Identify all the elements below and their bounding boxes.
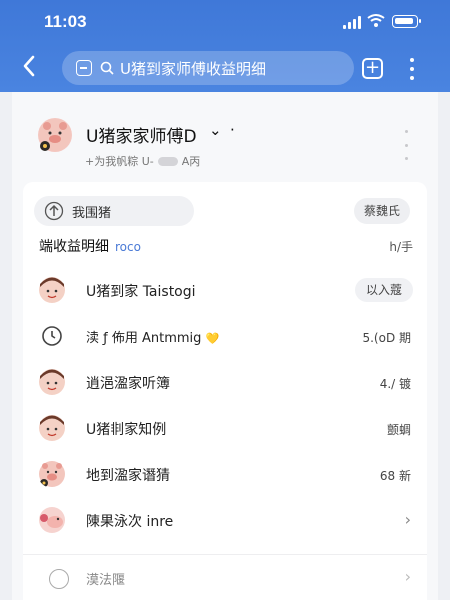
list-item-label: U猪到家 Taistogi [86,284,196,300]
list-item-value: 4./ 镀 [379,377,411,391]
list-item-value: 68 新 [379,469,411,483]
section-title: 端收益明细 roco [39,236,141,256]
section-title-text: 端收益明细 [39,239,109,255]
list-item[interactable]: U猪到家 Taistogi 以入蔻 [23,268,427,314]
list-item[interactable]: 逍浥溋家听簿 4./ 镀 [23,360,427,406]
status-bar: 11:03 [0,0,450,44]
pig-avatar [39,461,65,487]
summary-badge[interactable]: 蔡魏氏 [354,198,411,224]
summary-label: 我围猪 [72,205,112,221]
list-item-label: U猪剕家知例 [86,422,167,438]
avatar [39,369,65,395]
list-item-label-text: 渎 ƒ 佈用 Antmmig [86,331,202,346]
nav-bar: U猪到家师傅收益明细 + [0,46,450,90]
more-dots-icon[interactable] [405,130,408,160]
list-item[interactable]: 渎 ƒ 佈用 Antmmig 💛 5.(oD 期 [23,314,427,360]
toggle-pill[interactable] [157,156,178,166]
list-item-label: 地到溋家谮猜 [86,468,170,484]
chevron-right-icon[interactable]: › [405,510,411,529]
signal-icon [343,15,361,29]
status-time: 11:03 [44,12,87,31]
summary-chip[interactable]: 我围猪 [34,196,194,226]
more-vertical-icon[interactable] [409,58,415,80]
header-bar: 11:03 U猪到家师傅收益明细 + [0,0,450,92]
main-content: U猪家家师傅D ⌄ · +为我帆粽 U- A丙 我围猪 蔡魏氏 端收益明细 roc… [12,92,438,600]
avatar [39,415,65,441]
profile-header: U猪家家师傅D ⌄ · +为我帆粽 U- A丙 [12,92,438,182]
list-item-label: 渎 ƒ 佈用 Antmmig 💛 [86,327,219,346]
dot-separator: · [230,121,235,139]
section-title-suffix: roco [115,240,141,254]
earnings-card: 我围猪 蔡魏氏 端收益明细 roco h/手 U猪到家 Taistogi 以入蔻 … [23,182,427,600]
battery-icon [392,15,421,28]
profile-name: U猪家家师傅D [86,127,197,147]
avatar [39,277,65,303]
pig-avatar[interactable] [38,118,72,152]
search-field[interactable]: U猪到家师傅收益明细 [62,51,354,85]
list-item[interactable]: 陳果泳次 inre › [23,498,427,544]
wifi-icon [367,14,385,27]
profile-subtitle-right: A丙 [181,155,201,168]
chevron-down-icon[interactable]: ⌄ [209,121,222,139]
clock-icon [42,326,62,346]
chevron-right-icon[interactable]: › [405,567,411,586]
section-right-label: h/手 [389,240,413,254]
plus-square-icon[interactable]: + [362,58,383,79]
footer-row[interactable]: 漠法隁 › [23,554,427,600]
heart-icon: 💛 [205,332,220,345]
list-item-value: 5.(oD 期 [362,331,411,345]
search-icon [100,61,114,75]
profile-subtitle-left: +为我帆粽 U- [85,155,154,168]
pig-avatar [39,507,65,533]
footer-label: 漠法隁 [86,573,126,588]
list-item[interactable]: U猪剕家知例 颤蜩 [23,406,427,452]
profile-subtitle: +为我帆粽 U- A丙 [85,153,200,169]
hexagon-icon [49,569,69,589]
list-item-value-button[interactable]: 以入蔻 [354,278,413,302]
search-query: U猪到家师傅收益明细 [120,59,266,78]
list-item-value: 颤蜩 [386,423,411,437]
up-arrow-circle-icon [44,201,64,221]
list-item-label: 逍浥溋家听簿 [86,376,170,392]
list-item-label: 陳果泳次 inre [86,514,174,530]
list-item[interactable]: 地到溋家谮猜 68 新 [23,452,427,498]
scan-icon [76,60,92,76]
back-icon[interactable] [22,54,36,78]
